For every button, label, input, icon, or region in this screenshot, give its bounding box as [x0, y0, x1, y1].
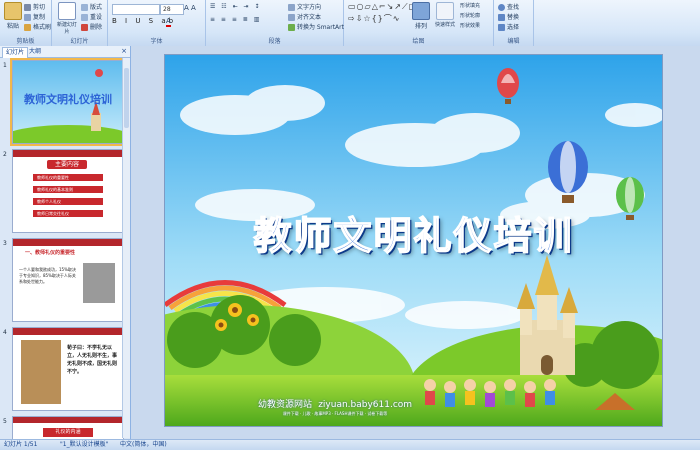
font-name-select[interactable] — [112, 4, 160, 15]
thumbnail-1-title: 教师文明礼仪培训 — [24, 93, 112, 106]
paragraph-group-label: 段落 — [268, 38, 281, 45]
layout-icon — [81, 4, 88, 11]
shape-outline-button[interactable]: 形状轮廓 — [460, 12, 480, 19]
watermark-url: ziyuan.baby611.com — [318, 400, 413, 410]
thumbnail-header-bar — [13, 150, 123, 157]
slides-group: 新建幻灯片 版式 重设 删除 幻灯片 — [52, 0, 108, 46]
thumbnail-3-heading: 一、教师礼仪的重要性 — [25, 250, 76, 256]
drawing-group-label: 绘图 — [412, 38, 425, 45]
replace-button[interactable]: 替换 — [498, 12, 519, 21]
cut-button[interactable]: 剪切 — [24, 2, 45, 11]
brush-icon — [24, 24, 31, 31]
format-painter-button[interactable]: 格式刷 — [24, 22, 51, 31]
shapes-gallery-row2[interactable]: ⇨⇩☆{}⌒∿ — [348, 13, 400, 24]
slide-thumbnail-1[interactable]: 教师文明礼仪培训 — [10, 58, 126, 146]
xunzi-portrait — [21, 340, 61, 404]
paste-button[interactable]: 粘贴 — [2, 2, 24, 32]
close-icon[interactable]: × — [121, 46, 127, 57]
shape-effects-button[interactable]: 形状效果 — [460, 22, 480, 29]
align-text-button[interactable]: 对齐文本 — [288, 12, 321, 21]
slide-title[interactable]: 教师文明礼仪培训 — [165, 205, 662, 260]
editing-group-label: 编辑 — [507, 38, 520, 45]
tab-outline[interactable]: 大纲 — [26, 47, 44, 57]
list-item: 教师礼仪的重要性 — [33, 174, 103, 181]
slide-thumbnail-4[interactable]: 荀子曰：不学礼无以立，人无礼则不生，事无礼则不成，国无礼则不宁。 — [12, 327, 124, 411]
thumbnail-3-text: 一个人要和我欲成功，15%取决于专业知识，85%取决于人际关系和处世能力。 — [19, 267, 76, 284]
tab-slides[interactable]: 幻灯片 — [2, 47, 29, 58]
align-text-icon — [288, 14, 295, 21]
thumbnail-header-bar — [13, 417, 123, 423]
find-button[interactable]: 查找 — [498, 2, 519, 11]
quick-styles-icon — [436, 2, 454, 20]
list-item: 教师礼仪的基本准则 — [33, 186, 103, 193]
thumbnail-header-bar — [13, 239, 123, 246]
thumb-number: 1 — [3, 62, 7, 69]
thumb-number: 3 — [3, 240, 7, 247]
thumbnail-5-caption: 礼仪的内涵 — [43, 428, 93, 437]
thumb-number: 5 — [3, 418, 7, 425]
arrange-icon — [412, 2, 430, 20]
current-slide[interactable]: 教师文明礼仪培训 幼教资源网站 ziyuan.baby611.com 课件下载 … — [164, 54, 663, 427]
thumb-number: 4 — [3, 329, 7, 336]
reset-icon — [81, 14, 88, 21]
slide-editing-area: 教师文明礼仪培训 幼教资源网站 ziyuan.baby611.com 课件下载 … — [131, 46, 700, 439]
status-bar: 幻灯片 1/51 "1_默认设计模板" 中文(简体，中国) — [0, 439, 700, 450]
layout-button[interactable]: 版式 — [81, 2, 102, 11]
paste-icon — [4, 2, 22, 20]
reset-button[interactable]: 重设 — [81, 12, 102, 21]
slides-panel: 幻灯片 大纲 × 1 教师文明礼仪培训 2 主要内容 教师礼仪的重要性 教师礼仪… — [0, 46, 131, 440]
scrollbar-thumb[interactable] — [124, 68, 129, 128]
watermark-text: 幼教资源网站 ziyuan.baby611.com 课件下载 · 儿歌 · 故事… — [205, 397, 465, 417]
copy-icon — [24, 14, 31, 21]
editing-group: 查找 替换 选择 编辑 — [494, 0, 534, 46]
thumbnail-header-bar — [13, 328, 123, 335]
font-size-select[interactable]: 28 — [160, 4, 184, 15]
thumbnail-2-title: 主要内容 — [47, 160, 87, 169]
delete-icon — [81, 24, 88, 31]
new-slide-button[interactable]: 新建幻灯片 — [55, 2, 79, 35]
drawing-group: ▭○▱△⌐↘↗⟋▢ ⇨⇩☆{}⌒∿ 排列 快速样式 形状填充 形状轮廓 形状效果… — [344, 0, 494, 46]
thumbnail-2-list: 教师礼仪的重要性 教师礼仪的基本准则 教师个人礼仪 教师日常交往礼仪 — [33, 174, 103, 217]
thumbnail-4-text: 荀子曰：不学礼无以立，人无礼则不生，事无礼则不成，国无礼则不宁。 — [67, 345, 118, 375]
list-item: 教师个人礼仪 — [33, 198, 103, 205]
ribbon: 粘贴 剪切 复制 格式刷 剪贴板 新建幻灯片 版式 重设 删除 幻灯片 28 A… — [0, 0, 700, 47]
text-direction-button[interactable]: 文字方向 — [288, 2, 321, 11]
copy-button[interactable]: 复制 — [24, 12, 45, 21]
slide-thumbnail-5[interactable]: 礼仪的内涵 — [12, 416, 124, 440]
list-item: 教师日常交往礼仪 — [33, 210, 103, 217]
quick-styles-button[interactable]: 快速样式 — [432, 2, 458, 32]
smartart-icon — [288, 24, 295, 31]
slide-thumbnail-3[interactable]: 一、教师礼仪的重要性 一个人要和我欲成功，15%取决于专业知识，85%取决于人际… — [12, 238, 124, 322]
shapes-gallery[interactable]: ▭○▱△⌐↘↗⟋▢ — [348, 2, 417, 12]
portrait-photo — [83, 263, 115, 303]
scissors-icon — [24, 4, 31, 11]
smartart-button[interactable]: 转换为 SmartArt — [288, 22, 344, 31]
clipboard-group-label: 剪贴板 — [16, 38, 35, 45]
font-group-label: 字体 — [150, 38, 163, 45]
watermark-site-name: 幼教资源网站 — [257, 400, 312, 410]
arrange-button[interactable]: 排列 — [410, 2, 432, 32]
grow-font-icon[interactable]: A A — [184, 4, 196, 12]
select-icon — [498, 24, 505, 31]
font-color-icon[interactable]: A — [166, 17, 171, 27]
font-group: 28 A A B I U S ab A 字体 — [108, 0, 206, 46]
shape-fill-button[interactable]: 形状填充 — [460, 2, 480, 9]
panel-tabs: 幻灯片 大纲 × — [0, 46, 130, 58]
watermark-subtext: 课件下载 · 儿歌 · 故事MP3 · FLASH课件下载 · 试卷下载等 — [282, 411, 388, 416]
replace-icon — [498, 14, 505, 21]
list-buttons[interactable]: ☰ ☷ ⇤ ⇥ ↕ — [210, 3, 261, 10]
select-button[interactable]: 选择 — [498, 22, 519, 31]
new-slide-icon — [58, 2, 76, 20]
slides-group-label: 幻灯片 — [70, 38, 89, 45]
text-direction-icon — [288, 4, 295, 11]
panel-scrollbar[interactable] — [122, 58, 130, 438]
paragraph-group: ☰ ☷ ⇤ ⇥ ↕ ≡ ≡ ≡ ≣ ▥ 文字方向 对齐文本 转换为 SmartA… — [206, 0, 344, 46]
find-icon — [498, 4, 505, 11]
slide-thumbnail-2[interactable]: 主要内容 教师礼仪的重要性 教师礼仪的基本准则 教师个人礼仪 教师日常交往礼仪 — [12, 149, 124, 233]
thumb-number: 2 — [3, 151, 7, 158]
clipboard-group: 粘贴 剪切 复制 格式刷 剪贴板 — [0, 0, 52, 46]
align-buttons[interactable]: ≡ ≡ ≡ ≣ ▥ — [210, 16, 261, 23]
delete-button[interactable]: 删除 — [81, 22, 102, 31]
